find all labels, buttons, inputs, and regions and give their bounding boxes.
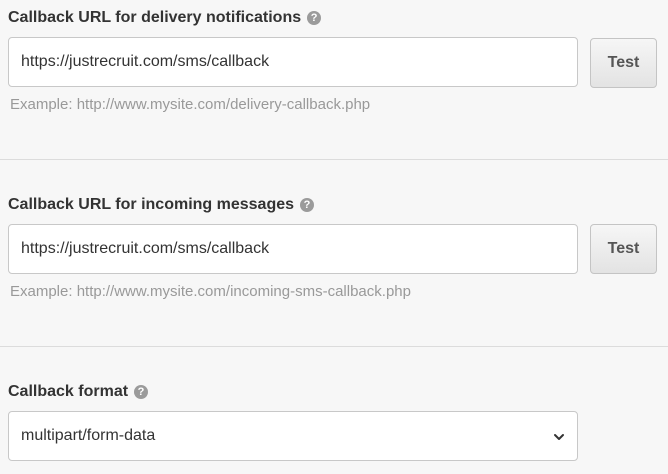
delivery-test-button[interactable]: Test: [590, 38, 657, 88]
incoming-test-button[interactable]: Test: [590, 224, 657, 274]
incoming-callback-label-row: Callback URL for incoming messages ?: [8, 195, 315, 215]
section-divider: [0, 346, 668, 347]
delivery-callback-hint: Example: http://www.mysite.com/delivery-…: [10, 96, 371, 113]
callback-format-label: Callback format: [8, 383, 129, 400]
section-divider: [0, 159, 668, 160]
delivery-callback-label-row: Callback URL for delivery notifications …: [8, 8, 322, 28]
help-icon[interactable]: ?: [134, 385, 149, 399]
incoming-callback-label: Callback URL for incoming messages: [8, 196, 295, 213]
incoming-callback-hint: Example: http://www.mysite.com/incoming-…: [10, 283, 411, 300]
callback-format-label-row: Callback format ?: [8, 382, 149, 402]
incoming-callback-url-input[interactable]: [8, 224, 578, 274]
delivery-callback-label: Callback URL for delivery notifications: [8, 9, 302, 26]
callback-format-selected-value: multipart/form-data: [21, 427, 156, 444]
chevron-down-icon: [553, 430, 565, 442]
delivery-callback-url-input[interactable]: [8, 37, 578, 87]
help-icon[interactable]: ?: [300, 198, 315, 212]
help-icon[interactable]: ?: [307, 11, 322, 25]
callback-format-select[interactable]: multipart/form-data: [8, 411, 578, 461]
